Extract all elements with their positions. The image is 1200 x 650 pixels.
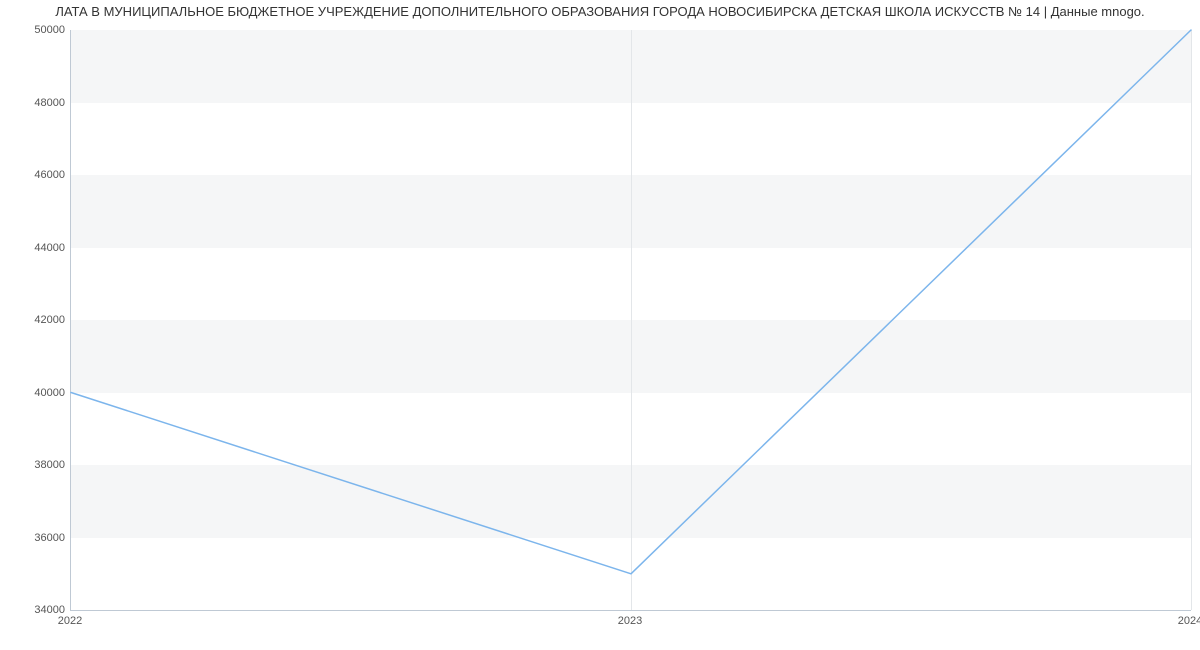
x-tick-label: 2023 <box>618 615 642 627</box>
plot-area <box>70 30 1191 611</box>
y-tick-label: 46000 <box>5 169 65 181</box>
series-line <box>71 30 1191 574</box>
chart-title: ЛАТА В МУНИЦИПАЛЬНОЕ БЮДЖЕТНОЕ УЧРЕЖДЕНИ… <box>0 4 1200 19</box>
gridline-vertical <box>1191 30 1192 610</box>
y-tick-label: 38000 <box>5 459 65 471</box>
y-tick-label: 34000 <box>5 604 65 616</box>
line-layer <box>71 30 1191 610</box>
x-tick-label: 2024 <box>1178 615 1200 627</box>
x-tick-label: 2022 <box>58 615 82 627</box>
y-tick-label: 44000 <box>5 242 65 254</box>
y-tick-label: 48000 <box>5 97 65 109</box>
y-tick-label: 40000 <box>5 387 65 399</box>
y-tick-label: 36000 <box>5 532 65 544</box>
y-tick-label: 42000 <box>5 314 65 326</box>
y-tick-label: 50000 <box>5 24 65 36</box>
